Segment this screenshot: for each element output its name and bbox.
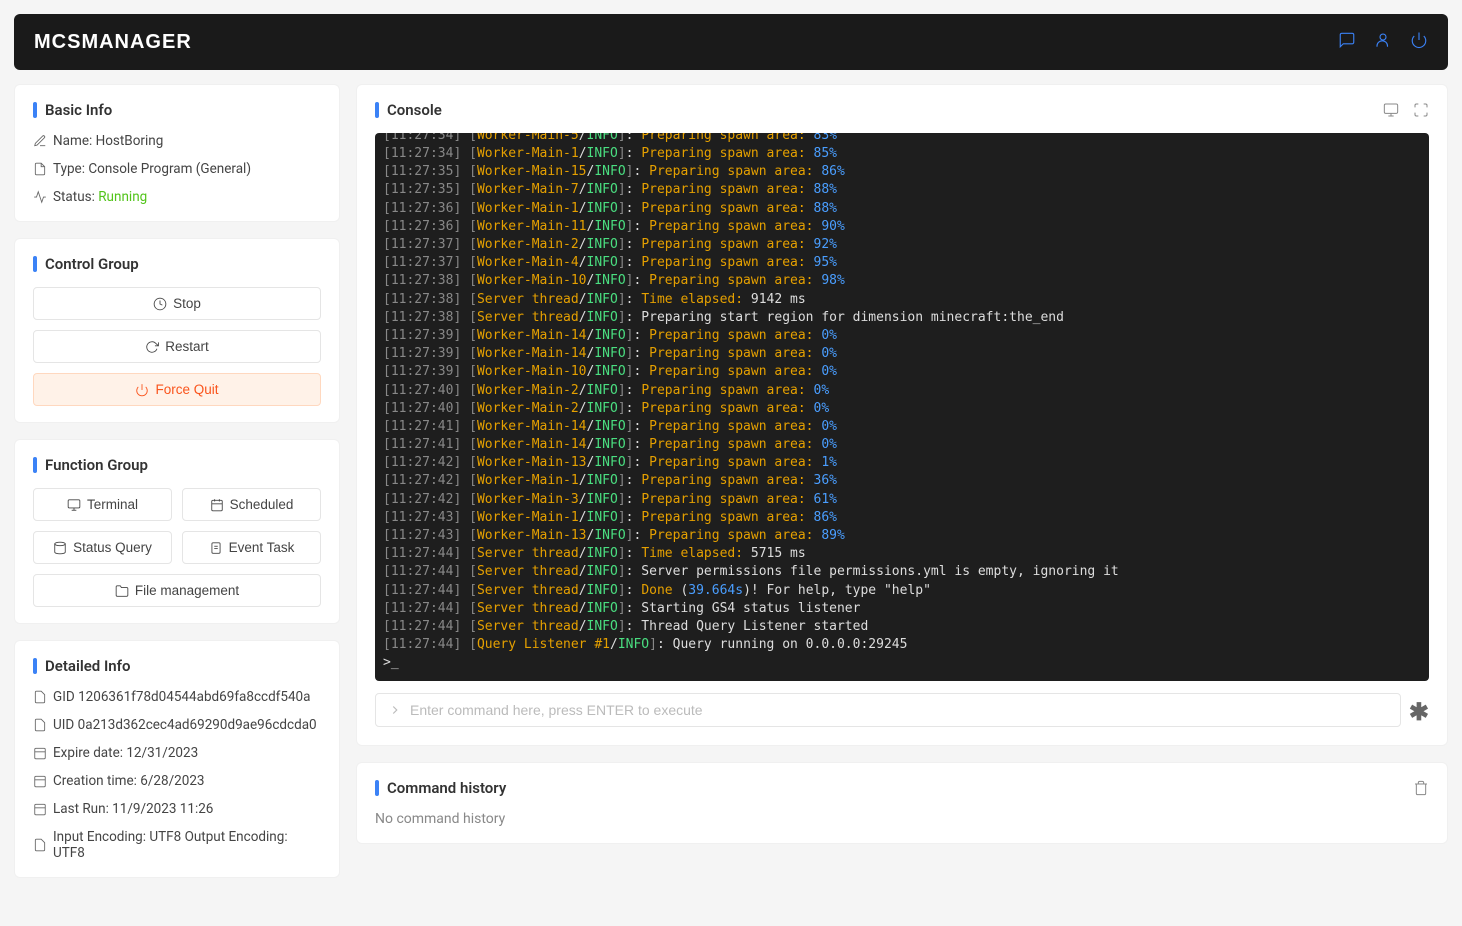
console-title: Console — [375, 101, 442, 119]
log-line: [11:27:44] [Server thread/INFO]: Done (3… — [383, 582, 1421, 600]
log-line: [11:27:41] [Worker-Main-14/INFO]: Prepar… — [383, 418, 1421, 436]
power-icon[interactable] — [1410, 31, 1428, 53]
calendar-icon — [33, 802, 47, 816]
log-line: [11:27:35] [Worker-Main-7/INFO]: Prepari… — [383, 181, 1421, 199]
function-group-title: Function Group — [33, 456, 321, 474]
log-line: [11:27:34] [Worker-Main-1/INFO]: Prepari… — [383, 145, 1421, 163]
no-history-text: No command history — [375, 811, 1429, 827]
scheduled-button[interactable]: Scheduled — [182, 488, 321, 521]
restart-button[interactable]: Restart — [33, 330, 321, 363]
trash-icon[interactable] — [1413, 780, 1429, 796]
log-line: [11:27:44] [Server thread/INFO]: Thread … — [383, 618, 1421, 636]
instance-name: Name: HostBoring — [33, 133, 321, 149]
calendar-icon — [33, 746, 47, 760]
console-prompt: >_ — [383, 654, 1421, 672]
log-line: [11:27:35] [Worker-Main-15/INFO]: Prepar… — [383, 163, 1421, 181]
log-line: [11:27:38] [Worker-Main-10/INFO]: Prepar… — [383, 272, 1421, 290]
command-input-wrapper — [375, 693, 1401, 727]
power-small-icon — [135, 383, 149, 397]
monitor-small-icon[interactable] — [1383, 102, 1399, 118]
basic-info-card: Basic Info Name: HostBoring Type: Consol… — [14, 84, 340, 222]
file-icon — [33, 838, 47, 852]
log-line: [11:27:38] [Server thread/INFO]: Prepari… — [383, 309, 1421, 327]
command-history-title: Command history — [375, 779, 506, 797]
event-task-button[interactable]: Event Task — [182, 531, 321, 564]
log-line: [11:27:39] [Worker-Main-14/INFO]: Prepar… — [383, 345, 1421, 363]
detailed-info-title: Detailed Info — [33, 657, 321, 675]
control-group-card: Control Group Stop Restart Force Quit — [14, 238, 340, 423]
instance-status: Status: Running — [33, 189, 321, 205]
force-quit-button[interactable]: Force Quit — [33, 373, 321, 406]
log-line: [11:27:44] [Server thread/INFO]: Startin… — [383, 600, 1421, 618]
log-line: [11:27:36] [Worker-Main-1/INFO]: Prepari… — [383, 200, 1421, 218]
control-group-title: Control Group — [33, 255, 321, 273]
log-line: [11:27:42] [Worker-Main-13/INFO]: Prepar… — [383, 454, 1421, 472]
command-input[interactable] — [410, 702, 1388, 718]
log-line: [11:27:41] [Worker-Main-14/INFO]: Prepar… — [383, 436, 1421, 454]
stop-button[interactable]: Stop — [33, 287, 321, 320]
detail-last-run: Last Run: 11/9/2023 11:26 — [33, 801, 321, 817]
calendar-icon — [210, 498, 224, 512]
folder-icon — [115, 584, 129, 598]
monitor-icon — [67, 498, 81, 512]
file-icon — [33, 690, 47, 704]
command-history-card: Command history No command history — [356, 762, 1448, 844]
detail-gid: GID 1206361f78d04544abd69fa8ccdf540a — [33, 689, 321, 705]
log-line: [11:27:39] [Worker-Main-14/INFO]: Prepar… — [383, 327, 1421, 345]
console-card: Console [11:27:30] [Worker-Main-4/INFO]:… — [356, 84, 1448, 746]
detail-creation: Creation time: 6/28/2023 — [33, 773, 321, 789]
detail-uid: UID 0a213d362cec4ad69290d9ae96cdcda0 — [33, 717, 321, 733]
log-line: [11:27:39] [Worker-Main-10/INFO]: Prepar… — [383, 363, 1421, 381]
log-line: [11:27:44] [Server thread/INFO]: Server … — [383, 563, 1421, 581]
terminal-button[interactable]: Terminal — [33, 488, 172, 521]
file-icon — [33, 162, 47, 176]
file-management-button[interactable]: File management — [33, 574, 321, 607]
clock-icon — [153, 297, 167, 311]
log-line: [11:27:34] [Worker-Main-5/INFO]: Prepari… — [383, 133, 1421, 145]
message-icon[interactable] — [1338, 31, 1356, 53]
log-line: [11:27:38] [Server thread/INFO]: Time el… — [383, 291, 1421, 309]
activity-icon — [33, 190, 47, 204]
log-line: [11:27:42] [Worker-Main-1/INFO]: Prepari… — [383, 472, 1421, 490]
log-line: [11:27:42] [Worker-Main-3/INFO]: Prepari… — [383, 491, 1421, 509]
detail-expire: Expire date: 12/31/2023 — [33, 745, 321, 761]
log-line: [11:27:37] [Worker-Main-4/INFO]: Prepari… — [383, 254, 1421, 272]
database-icon — [53, 541, 67, 555]
function-group-card: Function Group Terminal Scheduled Status… — [14, 439, 340, 624]
instance-type: Type: Console Program (General) — [33, 161, 321, 177]
edit-icon — [33, 134, 47, 148]
log-line: [11:27:43] [Worker-Main-13/INFO]: Prepar… — [383, 527, 1421, 545]
app-header: MCSMANAGER — [14, 14, 1448, 70]
log-line: [11:27:44] [Server thread/INFO]: Time el… — [383, 545, 1421, 563]
calendar-icon — [33, 774, 47, 788]
log-line: [11:27:40] [Worker-Main-2/INFO]: Prepari… — [383, 400, 1421, 418]
user-icon[interactable] — [1374, 31, 1392, 53]
log-line: [11:27:43] [Worker-Main-1/INFO]: Prepari… — [383, 509, 1421, 527]
status-query-button[interactable]: Status Query — [33, 531, 172, 564]
log-line: [11:27:44] [Query Listener #1/INFO]: Que… — [383, 636, 1421, 654]
console-output[interactable]: [11:27:30] [Worker-Main-4/INFO]: Prepari… — [375, 133, 1429, 681]
fullscreen-icon[interactable] — [1413, 102, 1429, 118]
header-icons — [1338, 31, 1428, 53]
log-line: [11:27:37] [Worker-Main-2/INFO]: Prepari… — [383, 236, 1421, 254]
reload-icon — [145, 340, 159, 354]
log-line: [11:27:40] [Worker-Main-2/INFO]: Prepari… — [383, 382, 1421, 400]
clipboard-icon — [209, 541, 223, 555]
detail-encoding: Input Encoding: UTF8 Output Encoding: UT… — [33, 829, 321, 861]
app-logo: MCSMANAGER — [34, 31, 192, 54]
basic-info-title: Basic Info — [33, 101, 321, 119]
detailed-info-card: Detailed Info GID 1206361f78d04544abd69f… — [14, 640, 340, 878]
chevron-right-icon — [388, 703, 402, 717]
log-line: [11:27:36] [Worker-Main-11/INFO]: Prepar… — [383, 218, 1421, 236]
command-send-icon[interactable]: ✱ — [1409, 696, 1429, 724]
file-icon — [33, 718, 47, 732]
